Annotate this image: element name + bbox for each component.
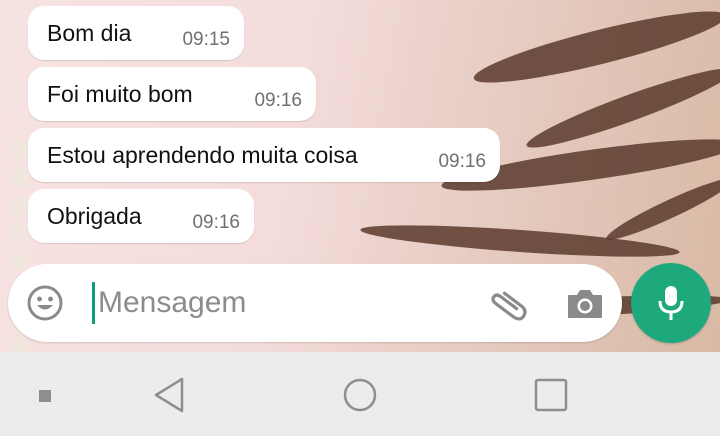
message-time: 09:16 <box>254 90 302 111</box>
message-text: Obrigada <box>47 203 142 229</box>
message-time: 09:16 <box>192 212 240 233</box>
camera-icon[interactable] <box>566 286 604 320</box>
paperclip-icon[interactable] <box>486 284 528 324</box>
message-bubble[interactable]: Bom dia 09:15 <box>28 6 244 60</box>
emoji-icon[interactable] <box>26 284 64 322</box>
system-navigation-bar <box>0 352 720 436</box>
message-text: Bom dia <box>47 20 132 46</box>
voice-record-button[interactable] <box>631 263 711 343</box>
message-bubble[interactable]: Estou aprendendo muita coisa 09:16 <box>28 128 500 182</box>
message-bubble[interactable]: Foi muito bom 09:16 <box>28 67 316 121</box>
back-icon[interactable] <box>152 376 186 419</box>
home-icon[interactable] <box>341 376 379 419</box>
message-time: 09:15 <box>182 29 230 50</box>
message-time: 09:16 <box>438 151 486 172</box>
overview-icon[interactable] <box>533 377 569 418</box>
message-bubble[interactable]: Obrigada 09:16 <box>28 189 254 243</box>
recents-dot-icon[interactable] <box>38 389 52 408</box>
text-cursor <box>92 282 95 324</box>
message-input[interactable] <box>98 279 478 327</box>
message-text: Estou aprendendo muita coisa <box>47 142 358 168</box>
message-text: Foi muito bom <box>47 81 193 107</box>
microphone-icon <box>658 286 684 320</box>
message-composer <box>8 264 622 342</box>
